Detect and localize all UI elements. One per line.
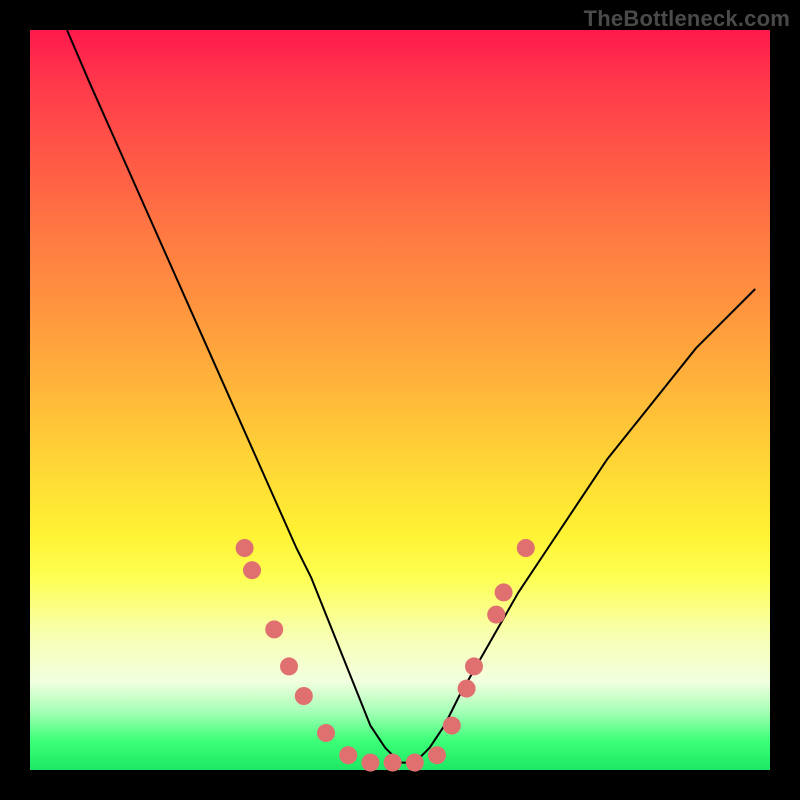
data-marker: [443, 717, 461, 735]
data-marker: [243, 561, 261, 579]
data-marker: [406, 754, 424, 772]
data-marker: [428, 746, 446, 764]
data-marker: [361, 754, 379, 772]
data-marker: [317, 724, 335, 742]
chart-frame: TheBottleneck.com: [0, 0, 800, 800]
data-marker: [465, 657, 483, 675]
data-marker: [495, 583, 513, 601]
bottleneck-curve: [67, 30, 755, 763]
watermark-text: TheBottleneck.com: [584, 6, 790, 32]
data-marker: [265, 620, 283, 638]
data-marker: [280, 657, 298, 675]
chart-overlay: [30, 30, 770, 770]
data-marker: [339, 746, 357, 764]
data-marker: [517, 539, 535, 557]
data-marker: [236, 539, 254, 557]
data-marker: [295, 687, 313, 705]
data-marker: [487, 606, 505, 624]
data-marker: [458, 680, 476, 698]
data-marker: [384, 754, 402, 772]
marker-group: [236, 539, 535, 772]
